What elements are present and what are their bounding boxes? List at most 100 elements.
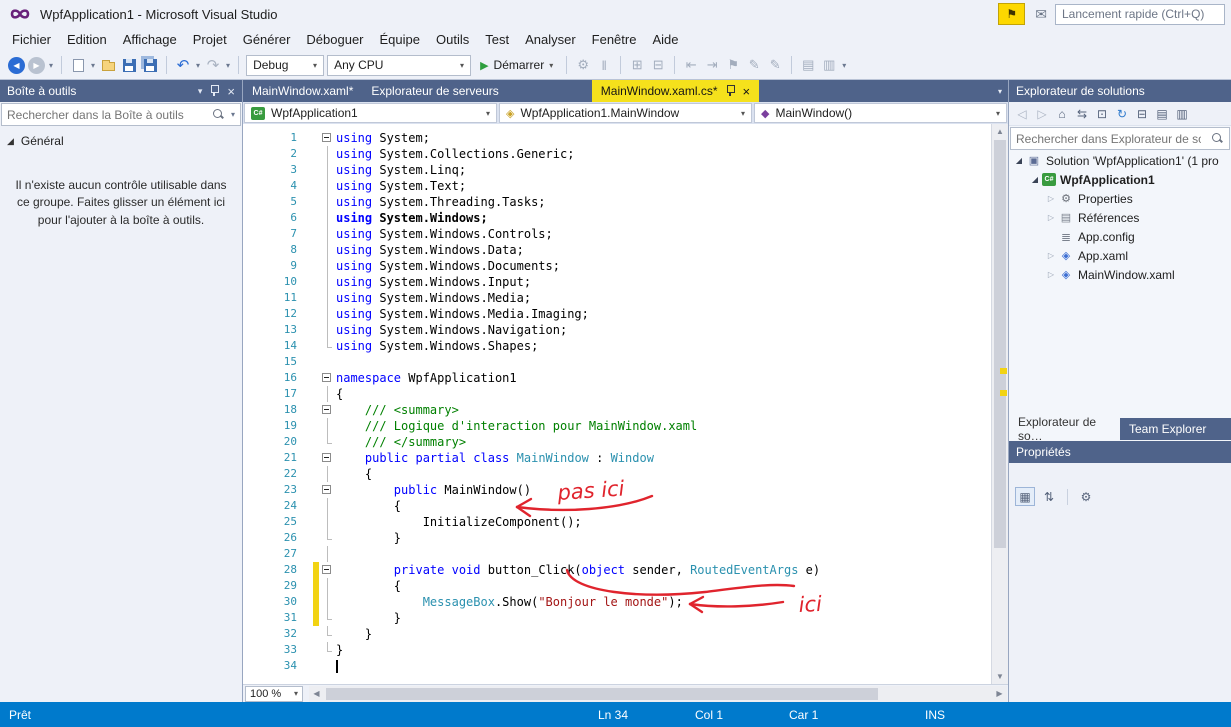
fold-marker[interactable] <box>319 450 336 466</box>
pin-icon[interactable] <box>725 85 736 97</box>
collapse-box-icon[interactable] <box>322 453 331 462</box>
document-tab[interactable]: Explorateur de serveurs <box>362 80 507 102</box>
collapsed-expander-icon[interactable]: ▷ <box>1044 251 1058 260</box>
code-line[interactable]: 4 using System.Text; <box>243 178 991 194</box>
fold-marker[interactable] <box>319 482 336 498</box>
new-window-icon[interactable]: ⊞ <box>628 57 646 73</box>
fold-marker[interactable] <box>319 130 336 146</box>
new-file-icon[interactable] <box>69 56 87 74</box>
scroll-right-icon[interactable]: ▶ <box>992 686 1007 702</box>
indent-decrease-icon[interactable]: ⇤ <box>682 57 700 73</box>
menu-item[interactable]: Analyser <box>517 29 584 50</box>
menu-item[interactable]: Fenêtre <box>584 29 645 50</box>
start-debugging-button[interactable]: ▶ Démarrer ▾ <box>474 55 559 76</box>
redo-icon[interactable]: ↷ <box>204 56 222 74</box>
code-line[interactable]: 12 using System.Windows.Media.Imaging; <box>243 306 991 322</box>
code-line[interactable]: 25 InitializeComponent(); <box>243 514 991 530</box>
menu-item[interactable]: Générer <box>235 29 299 50</box>
categorized-icon[interactable]: ▦ <box>1015 487 1035 506</box>
menu-item[interactable]: Affichage <box>115 29 185 50</box>
comment-icon[interactable]: ✎ <box>745 57 763 73</box>
collapse-all-icon[interactable]: ⊟ <box>1133 107 1151 121</box>
fold-marker[interactable] <box>319 370 336 386</box>
events-wrench-icon[interactable]: ⚙ <box>1076 487 1096 506</box>
refresh-icon[interactable]: ↻ <box>1113 107 1131 121</box>
home-icon[interactable]: ⌂ <box>1053 107 1071 121</box>
uncomment-icon[interactable]: ✎ <box>766 57 784 73</box>
collapsed-expander-icon[interactable]: ▷ <box>1044 270 1058 279</box>
tree-item[interactable]: ◢ ▣ Solution 'WpfApplication1' (1 pro <box>1009 151 1231 170</box>
code-line[interactable]: 17{ <box>243 386 991 402</box>
fold-marker[interactable] <box>319 402 336 418</box>
code-line[interactable]: 20 /// </summary> <box>243 434 991 450</box>
sync-with-active-document-icon[interactable]: ⇆ <box>1073 107 1091 121</box>
split-window-icon[interactable]: ⊟ <box>649 57 667 73</box>
tree-item[interactable]: ▷ ◈ App.xaml <box>1009 246 1231 265</box>
code-line[interactable]: 16 namespace WpfApplication1 <box>243 370 991 386</box>
panel-tab[interactable]: Explorateur de so… <box>1009 415 1120 443</box>
code-line[interactable]: 18 /// <summary> <box>243 402 991 418</box>
pin-icon[interactable] <box>209 85 220 97</box>
close-icon[interactable]: × <box>227 85 235 98</box>
scroll-up-icon[interactable]: ▲ <box>992 124 1008 139</box>
quick-launch-input[interactable] <box>1055 3 1225 25</box>
collapse-box-icon[interactable] <box>322 133 331 142</box>
zoom-selector[interactable]: 100 % ▾ <box>245 685 303 702</box>
menu-item[interactable]: Aide <box>644 29 686 50</box>
menu-item[interactable]: Projet <box>185 29 235 50</box>
code-line[interactable]: 33} <box>243 642 991 658</box>
document-tab[interactable]: MainWindow.xaml.cs* × <box>591 80 760 102</box>
menu-item[interactable]: Équipe <box>372 29 428 50</box>
show-all-files-icon[interactable]: ▤ <box>1153 107 1171 121</box>
solution-search-input[interactable] <box>1011 131 1206 146</box>
search-icon[interactable] <box>212 108 225 121</box>
panel-tab[interactable]: Team Explorer <box>1120 418 1231 440</box>
menu-item[interactable]: Outils <box>428 29 477 50</box>
code-line[interactable]: 2 using System.Collections.Generic; <box>243 146 991 162</box>
indent-increase-icon[interactable]: ⇥ <box>703 57 721 73</box>
code-line[interactable]: 22 { <box>243 466 991 482</box>
tree-item[interactable]: ▷ ▤ Références <box>1009 208 1231 227</box>
code-line[interactable]: 9 using System.Windows.Documents; <box>243 258 991 274</box>
window-position-icon[interactable]: ▾ <box>198 86 203 97</box>
code-line[interactable]: 26 } <box>243 530 991 546</box>
toolbox-section-general[interactable]: ◢ Général <box>0 127 242 153</box>
code-line[interactable]: 32 } <box>243 626 991 642</box>
tree-item[interactable]: ▷ ⚙ Properties <box>1009 189 1231 208</box>
code-line[interactable]: 31 } <box>243 610 991 626</box>
member-dropdown[interactable]: ◆ MainWindow() ▾ <box>754 103 1007 123</box>
horizontal-scrollbar-thumb[interactable] <box>326 687 878 700</box>
menu-item[interactable]: Edition <box>59 29 115 50</box>
scroll-left-icon[interactable]: ◀ <box>309 686 324 702</box>
properties-icon[interactable]: ▥ <box>1173 107 1191 121</box>
expanded-expander-icon[interactable]: ◢ <box>1012 156 1026 165</box>
scroll-down-icon[interactable]: ▼ <box>992 669 1008 684</box>
code-line[interactable]: 6 using System.Windows; <box>243 210 991 226</box>
code-line[interactable]: 8 using System.Windows.Data; <box>243 242 991 258</box>
code-line[interactable]: 19 /// Logique d'interaction pour MainWi… <box>243 418 991 434</box>
code-line[interactable]: 34 <box>243 658 991 674</box>
tree-item[interactable]: ≣ App.config <box>1009 227 1231 246</box>
project-dropdown[interactable]: C# WpfApplication1 ▾ <box>244 103 497 123</box>
code-line[interactable]: 23 public MainWindow() <box>243 482 991 498</box>
code-line[interactable]: 3 using System.Linq; <box>243 162 991 178</box>
toolbar-overflow-icon[interactable]: ▾ <box>841 61 847 70</box>
break-all-icon[interactable]: ‖ <box>595 58 613 73</box>
misc-toolbar-icon[interactable]: ▥ <box>820 57 838 73</box>
chevron-down-icon[interactable]: ▾ <box>195 61 201 70</box>
code-line[interactable]: 14 using System.Windows.Shapes; <box>243 338 991 354</box>
code-line[interactable]: 24 { <box>243 498 991 514</box>
document-overflow-icon[interactable]: ▾ <box>998 87 1002 96</box>
forward-icon[interactable]: ▷ <box>1033 107 1051 121</box>
code-line[interactable]: 10 using System.Windows.Input; <box>243 274 991 290</box>
code-line[interactable]: 13 using System.Windows.Navigation; <box>243 322 991 338</box>
menu-item[interactable]: Test <box>477 29 517 50</box>
editor-horizontal-scrollbar[interactable]: ◀ ▶ <box>309 685 1007 702</box>
tree-item[interactable]: ◢ C# WpfApplication1 <box>1009 170 1231 189</box>
save-icon[interactable] <box>120 56 138 74</box>
chevron-down-icon[interactable]: ▾ <box>225 61 231 70</box>
solution-platform-combo[interactable]: Any CPU ▾ <box>327 54 472 76</box>
code-line[interactable]: 28 private void button_Click(object send… <box>243 562 991 578</box>
search-icon[interactable] <box>1211 132 1224 145</box>
document-tab[interactable]: MainWindow.xaml* <box>243 80 362 102</box>
